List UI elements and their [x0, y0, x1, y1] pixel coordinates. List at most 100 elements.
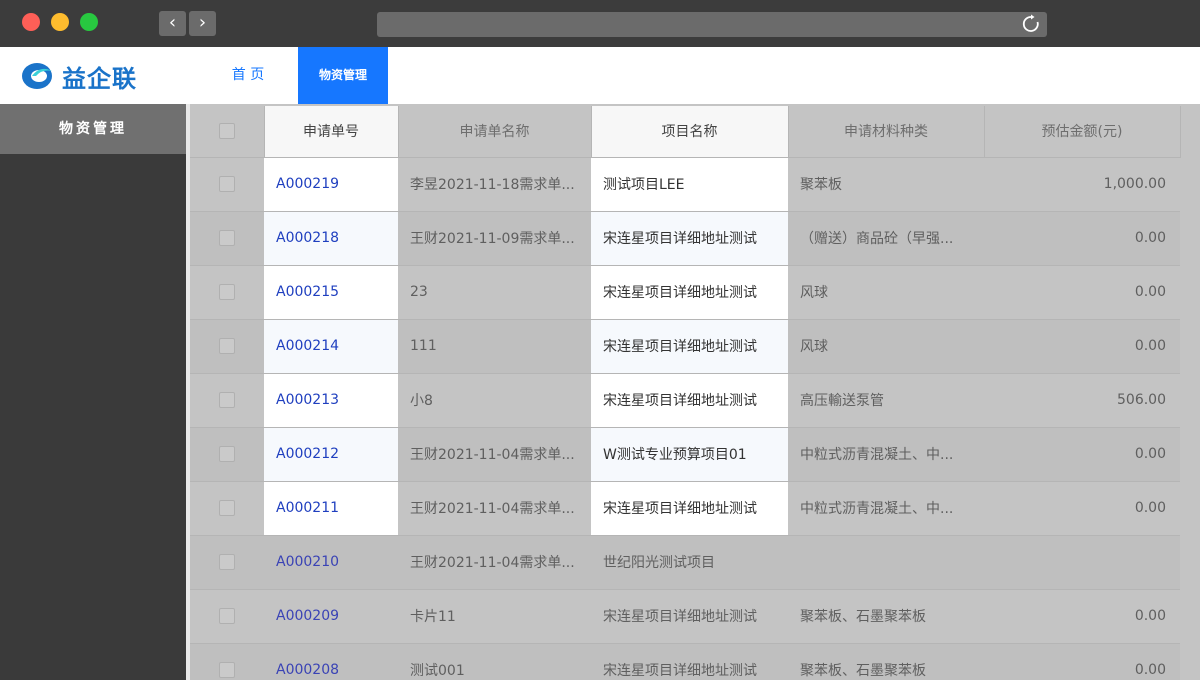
main-content: 申请单号 申请单名称 项目名称 申请材料种类 预估金额(元) A000219 李昱… — [186, 104, 1200, 680]
cell-material-type: 风球 — [788, 265, 984, 320]
select-all-checkbox[interactable] — [190, 106, 265, 158]
cell-request-no[interactable]: A000218 — [264, 211, 398, 266]
minimize-window-button[interactable] — [51, 13, 69, 31]
back-icon[interactable]: ‹ — [159, 11, 186, 36]
reload-icon[interactable] — [1021, 14, 1041, 34]
table-row[interactable]: A000215 23 宋连星项目详细地址测试 风球 0.00 — [190, 265, 1180, 320]
table-row[interactable]: A000210 王财2021-11-04需求单... 世纪阳光测试项目 — [190, 535, 1180, 590]
checkbox-icon[interactable] — [219, 500, 235, 516]
cell-request-name: 23 — [398, 265, 591, 320]
table-row[interactable]: A000218 王财2021-11-09需求单... 宋连星项目详细地址测试 （赠送）… — [190, 211, 1180, 266]
cell-material-type: 高压輸送泵管 — [788, 373, 984, 428]
row-checkbox[interactable] — [190, 265, 264, 320]
cell-request-name: 卡片11 — [398, 589, 591, 644]
cell-project-name: 宋连星项目详细地址测试 — [591, 643, 788, 680]
table-row[interactable]: A000214 111 宋连星项目详细地址测试 风球 0.00 — [190, 319, 1180, 374]
table-row[interactable]: A000213 小8 宋连星项目详细地址测试 高压輸送泵管 506.00 — [190, 373, 1180, 428]
cell-material-type: 中粒式沥青混凝土、中... — [788, 427, 984, 482]
checkbox-icon[interactable] — [219, 230, 235, 246]
browser-window: ‹ › 益企联 首 页 物资管理 物资管理 申请单号 申请单名称 项目名称 申请… — [0, 0, 1200, 680]
cell-request-no[interactable]: A000215 — [264, 265, 398, 320]
table-row[interactable]: A000208 测试001 宋连星项目详细地址测试 聚苯板、石墨聚苯板 0.00 — [190, 643, 1180, 680]
cell-material-type: 风球 — [788, 319, 984, 374]
cell-request-name: 李昱2021-11-18需求单... — [398, 157, 591, 212]
cell-material-type: （赠送）商品砼（早强... — [788, 211, 984, 266]
cell-project-name: 宋连星项目详细地址测试 — [591, 265, 788, 320]
table-row[interactable]: A000211 王财2021-11-04需求单... 宋连星项目详细地址测试 中粒式沥… — [190, 481, 1180, 536]
cell-project-name: 宋连星项目详细地址测试 — [591, 211, 788, 266]
row-checkbox[interactable] — [190, 319, 264, 374]
nav-home[interactable]: 首 页 — [210, 47, 286, 104]
cell-estimated-amount: 0.00 — [984, 319, 1180, 374]
logo-text: 益企联 — [62, 64, 137, 93]
cell-request-name: 王财2021-11-04需求单... — [398, 427, 591, 482]
cell-request-name: 王财2021-11-04需求单... — [398, 481, 591, 536]
table-row[interactable]: A000219 李昱2021-11-18需求单... 测试项目LEE 聚苯板 1,000… — [190, 157, 1180, 212]
cell-project-name: 宋连星项目详细地址测试 — [591, 373, 788, 428]
col-header-estimated-amount[interactable]: 预估金额(元) — [984, 106, 1181, 158]
checkbox-icon[interactable] — [218, 123, 235, 140]
cell-material-type: 聚苯板 — [788, 157, 984, 212]
cell-project-name: 宋连星项目详细地址测试 — [591, 319, 788, 374]
address-bar[interactable] — [377, 12, 1047, 37]
row-checkbox[interactable] — [190, 589, 264, 644]
checkbox-icon[interactable] — [219, 284, 235, 300]
sidebar-item-material-management[interactable]: 物资管理 — [0, 104, 186, 154]
cell-material-type: 中粒式沥青混凝土、中... — [788, 481, 984, 536]
cell-material-type — [788, 535, 984, 590]
cell-estimated-amount: 0.00 — [984, 265, 1180, 320]
col-header-project-name[interactable]: 项目名称 — [591, 106, 789, 158]
row-checkbox[interactable] — [190, 427, 264, 482]
row-checkbox[interactable] — [190, 643, 264, 680]
cell-estimated-amount: 506.00 — [984, 373, 1180, 428]
cell-request-no[interactable]: A000208 — [264, 643, 398, 680]
cell-project-name: 世纪阳光测试项目 — [591, 535, 788, 590]
table-row[interactable]: A000212 王财2021-11-04需求单... W测试专业预算项目01 中粒式沥… — [190, 427, 1180, 482]
cell-project-name: W测试专业预算项目01 — [591, 427, 788, 482]
row-checkbox[interactable] — [190, 535, 264, 590]
table-row[interactable]: A000209 卡片11 宋连星项目详细地址测试 聚苯板、石墨聚苯板 0.00 — [190, 589, 1180, 644]
cell-material-type: 聚苯板、石墨聚苯板 — [788, 643, 984, 680]
cell-request-name: 王财2021-11-09需求单... — [398, 211, 591, 266]
cell-request-no[interactable]: A000219 — [264, 157, 398, 212]
cell-request-name: 测试001 — [398, 643, 591, 680]
col-header-material-type[interactable]: 申请材料种类 — [788, 106, 985, 158]
checkbox-icon[interactable] — [219, 392, 235, 408]
nav-material-management[interactable]: 物资管理 — [298, 47, 388, 104]
cell-request-name: 111 — [398, 319, 591, 374]
row-checkbox[interactable] — [190, 373, 264, 428]
logo-icon — [22, 63, 52, 89]
cell-request-no[interactable]: A000209 — [264, 589, 398, 644]
cell-request-no[interactable]: A000213 — [264, 373, 398, 428]
row-checkbox[interactable] — [190, 157, 264, 212]
checkbox-icon[interactable] — [219, 662, 235, 678]
cell-request-no[interactable]: A000214 — [264, 319, 398, 374]
checkbox-icon[interactable] — [219, 338, 235, 354]
checkbox-icon[interactable] — [219, 608, 235, 624]
cell-request-no[interactable]: A000210 — [264, 535, 398, 590]
checkbox-icon[interactable] — [219, 176, 235, 192]
col-header-request-no[interactable]: 申请单号 — [264, 106, 399, 158]
col-header-request-name[interactable]: 申请单名称 — [398, 106, 592, 158]
cell-request-no[interactable]: A000212 — [264, 427, 398, 482]
cell-estimated-amount: 0.00 — [984, 427, 1180, 482]
cell-project-name: 宋连星项目详细地址测试 — [591, 481, 788, 536]
cell-material-type: 聚苯板、石墨聚苯板 — [788, 589, 984, 644]
cell-project-name: 宋连星项目详细地址测试 — [591, 589, 788, 644]
checkbox-icon[interactable] — [219, 554, 235, 570]
cell-request-name: 王财2021-11-04需求单... — [398, 535, 591, 590]
forward-icon[interactable]: › — [189, 11, 216, 36]
row-checkbox[interactable] — [190, 481, 264, 536]
cell-request-no[interactable]: A000211 — [264, 481, 398, 536]
app-header: 益企联 首 页 物资管理 — [0, 47, 1200, 104]
row-checkbox[interactable] — [190, 211, 264, 266]
requisition-table: 申请单号 申请单名称 项目名称 申请材料种类 预估金额(元) A000219 李昱… — [190, 106, 1181, 680]
table-header-row: 申请单号 申请单名称 项目名称 申请材料种类 预估金额(元) — [190, 106, 1181, 158]
checkbox-icon[interactable] — [219, 446, 235, 462]
browser-toolbar: ‹ › — [0, 0, 1200, 47]
cell-request-name: 小8 — [398, 373, 591, 428]
close-window-button[interactable] — [22, 13, 40, 31]
maximize-window-button[interactable] — [80, 13, 98, 31]
cell-project-name: 测试项目LEE — [591, 157, 788, 212]
logo[interactable]: 益企联 — [20, 60, 137, 93]
